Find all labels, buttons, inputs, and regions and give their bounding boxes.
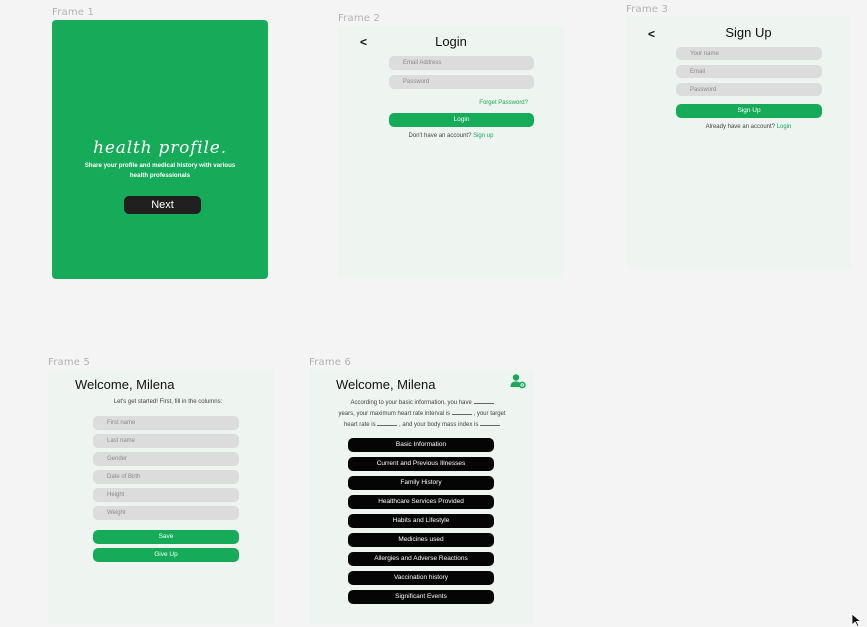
password-field[interactable]: Password xyxy=(676,83,822,96)
login-prompt: Already have an account? Login xyxy=(626,124,867,130)
summary-line-1: According to your basic information, you… xyxy=(309,398,535,409)
signup-button[interactable]: Sign Up xyxy=(676,104,822,118)
name-field[interactable]: Your name xyxy=(676,47,822,60)
user-settings-icon[interactable] xyxy=(510,373,526,389)
signup-link[interactable]: Sign up xyxy=(473,133,493,139)
summary-text-1: According to your basic information, you… xyxy=(350,400,472,406)
frame-3-label: Frame 3 xyxy=(626,4,669,15)
summary-line-3: heart rate is , and your body mass index… xyxy=(309,420,535,431)
email-field[interactable]: Email xyxy=(676,65,822,78)
login-button[interactable]: Login xyxy=(389,113,534,127)
last-name-field[interactable]: Last name xyxy=(93,434,239,448)
password-field[interactable]: Password xyxy=(389,75,534,89)
signup-prompt: Don't have an account? Sign up xyxy=(338,133,564,139)
save-button[interactable]: Save xyxy=(93,530,239,544)
frame-6-health-menu[interactable]: Welcome, Milena According to your basic … xyxy=(309,369,535,624)
heart-rate-interval-blank xyxy=(451,411,472,415)
age-blank xyxy=(473,400,494,404)
summary-line-2: years, your maximum heart rate interval … xyxy=(309,409,535,420)
login-title: Login xyxy=(435,34,467,49)
no-account-text: Don't have an account? xyxy=(408,133,472,139)
target-heart-rate-blank xyxy=(377,422,398,426)
frame-3-signup[interactable]: < Sign Up Your name Email Password Sign … xyxy=(626,16,851,269)
menu-vaccination-history[interactable]: Vaccination history xyxy=(348,571,494,585)
gender-field[interactable]: Gender xyxy=(93,452,239,466)
summary-text-3: , your target xyxy=(473,411,506,417)
summary-text-5: , and your body mass index is xyxy=(398,422,479,428)
app-brand-subtitle: Share your profile and medical history w… xyxy=(84,162,236,179)
frame-5-profile-form[interactable]: Welcome, Milena Let's get started! First… xyxy=(48,369,274,624)
menu-healthcare-services[interactable]: Healthcare Services Provided xyxy=(348,495,494,509)
welcome-title: Welcome, Milena xyxy=(336,377,436,392)
give-up-button[interactable]: Give Up xyxy=(93,548,239,562)
frame-1-label: Frame 1 xyxy=(52,7,95,18)
menu-family-history[interactable]: Family History xyxy=(348,476,494,490)
form-intro-text: Let's get started! First, fill in the co… xyxy=(113,399,223,405)
mouse-pointer-icon xyxy=(851,613,862,627)
summary-text-2: years, your maximum heart rate interval … xyxy=(338,411,451,417)
menu-significant-events[interactable]: Significant Events xyxy=(348,590,494,604)
menu-medicines-used[interactable]: Medicines used xyxy=(348,533,494,547)
frame-6-label: Frame 6 xyxy=(309,357,352,368)
next-button[interactable]: Next xyxy=(124,196,201,214)
welcome-title: Welcome, Milena xyxy=(75,377,175,392)
frame-2-label: Frame 2 xyxy=(338,13,381,24)
menu-illnesses[interactable]: Current and Previous Illnesses xyxy=(348,457,494,471)
frame-1-splash[interactable]: health profile. Share your profile and m… xyxy=(52,20,268,279)
forgot-password-link[interactable]: Forget Password? xyxy=(468,100,528,106)
menu-habits-lifestyle[interactable]: Habits and Lifestyle xyxy=(348,514,494,528)
summary-text-4: heart rate is xyxy=(343,422,376,428)
have-account-text: Already have an account? xyxy=(705,124,776,130)
email-field[interactable]: Email Address xyxy=(389,56,534,70)
login-link[interactable]: Login xyxy=(777,124,792,130)
menu-basic-information[interactable]: Basic Information xyxy=(348,438,494,452)
basic-info-summary: According to your basic information, you… xyxy=(309,398,535,431)
signup-title: Sign Up xyxy=(725,25,772,40)
height-field[interactable]: Height xyxy=(93,488,239,502)
app-brand-title: health profile. xyxy=(93,138,227,158)
frame-5-label: Frame 5 xyxy=(48,357,91,368)
menu-allergies-reactions[interactable]: Allergies and Adverse Reactions xyxy=(348,552,494,566)
weight-field[interactable]: Weight xyxy=(93,506,239,520)
bmi-blank xyxy=(480,422,501,426)
first-name-field[interactable]: First name xyxy=(93,416,239,430)
date-of-birth-field[interactable]: Date of Birth xyxy=(93,470,239,484)
frame-2-login[interactable]: < Login Email Address Password Forget Pa… xyxy=(338,26,564,279)
